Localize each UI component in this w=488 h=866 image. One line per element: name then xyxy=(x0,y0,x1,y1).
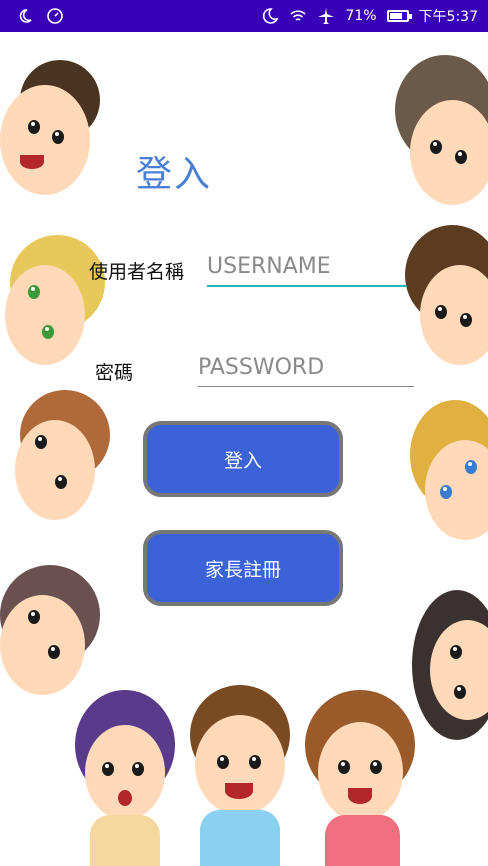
username-underline xyxy=(207,285,407,287)
night-mode-icon xyxy=(263,8,279,24)
password-underline xyxy=(198,386,414,387)
password-input[interactable] xyxy=(198,355,414,386)
status-bar: 71% 下午5:37 xyxy=(0,0,488,32)
airplane-icon xyxy=(318,8,335,24)
page-title: 登入 xyxy=(136,154,213,195)
kid-face-illustration xyxy=(70,690,180,866)
kid-face-illustration xyxy=(412,590,488,760)
wifi-icon xyxy=(290,10,306,21)
kid-face-illustration xyxy=(385,45,488,205)
clock: 下午5:37 xyxy=(418,9,478,25)
parent-register-button[interactable]: 家長註冊 xyxy=(143,530,343,606)
username-label: 使用者名稱 xyxy=(89,261,185,283)
kid-face-illustration xyxy=(0,235,110,375)
password-label: 密碼 xyxy=(95,362,134,384)
login-button[interactable]: 登入 xyxy=(143,421,343,497)
username-input[interactable] xyxy=(207,254,407,285)
speedometer-icon xyxy=(47,8,63,24)
moon-icon xyxy=(19,9,32,23)
kid-face-illustration xyxy=(300,690,420,866)
kid-face-illustration xyxy=(405,225,488,365)
kid-face-illustration xyxy=(0,565,100,705)
kid-face-illustration xyxy=(10,390,110,530)
kid-face-illustration xyxy=(410,400,488,580)
battery-percent: 71% xyxy=(345,8,377,24)
kid-face-illustration xyxy=(0,60,100,200)
battery-icon xyxy=(386,10,412,22)
kid-face-illustration xyxy=(185,685,295,866)
